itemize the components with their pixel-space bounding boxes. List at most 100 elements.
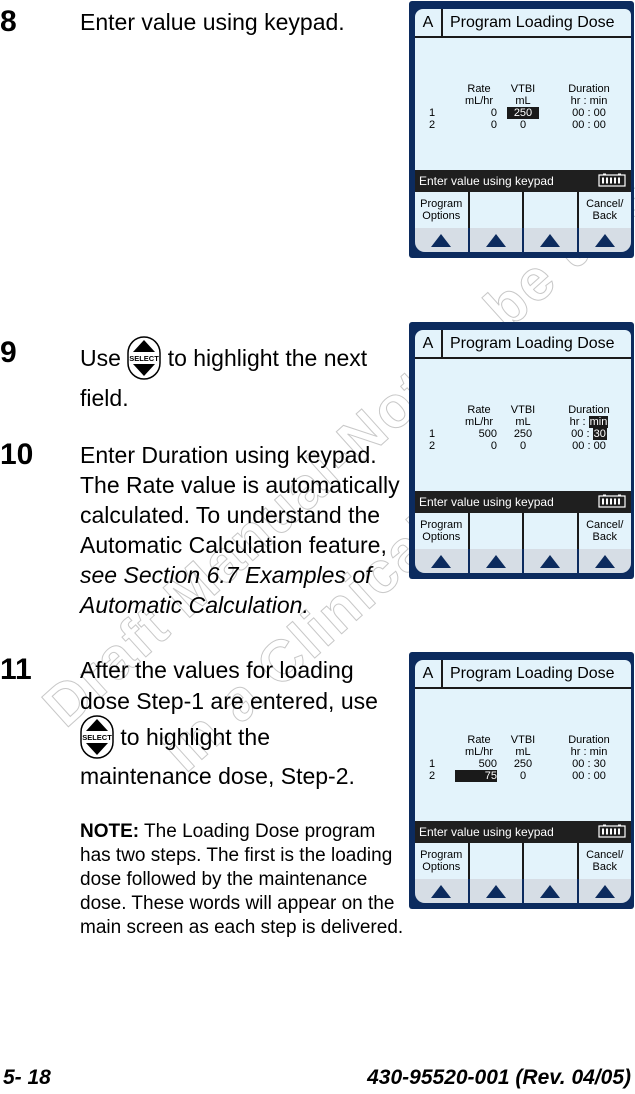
duration-unit-min: min — [589, 95, 608, 107]
softkey-blank-3[interactable] — [524, 513, 579, 549]
up-arrow-icon — [594, 233, 615, 247]
softkey-blank-2[interactable] — [470, 843, 524, 879]
battery-icon — [598, 824, 626, 838]
status-message: Enter value using keypad — [419, 174, 554, 188]
softkey-blank-3[interactable] — [524, 843, 579, 879]
rate-field[interactable]: 500 — [455, 428, 497, 440]
softkey-labels: Program Options Cancel/ Back — [415, 192, 631, 228]
softkey-cancel-back[interactable]: Cancel/ Back — [579, 513, 632, 549]
duration-unit-min: min — [589, 746, 608, 758]
vtbi-field[interactable]: 0 — [507, 770, 539, 782]
softkey-blank-3[interactable] — [524, 192, 579, 228]
step-row: 2 0 0 00 : 00 — [415, 119, 631, 131]
softkey-program-options[interactable]: Program Options — [415, 513, 470, 549]
step-index: 1 — [429, 758, 436, 770]
step-number: 11 — [0, 653, 32, 686]
pump-screen: A Program Loading Dose Rate VTBI Duratio… — [409, 322, 634, 579]
softkey-button-2[interactable] — [469, 228, 522, 252]
rate-header: Rate — [467, 404, 491, 416]
step-index: 1 — [429, 107, 436, 119]
up-arrow-icon — [431, 554, 452, 568]
duration-field[interactable]: 00 : 00 — [559, 770, 619, 782]
softkey-button-1[interactable] — [415, 879, 468, 903]
status-message: Enter value using keypad — [419, 495, 554, 509]
screen-title: Program Loading Dose — [450, 334, 615, 352]
softkey-blank-2[interactable] — [470, 513, 524, 549]
vtbi-field[interactable]: 0 — [507, 119, 539, 131]
softkey-button-2[interactable] — [469, 879, 522, 903]
softkey-button-1[interactable] — [415, 228, 468, 252]
duration-unit-sep: : — [583, 746, 587, 758]
title-bar: A Program Loading Dose — [415, 660, 631, 689]
duration-header: Duration — [568, 734, 610, 746]
vtbi-field[interactable]: 0 — [507, 440, 539, 452]
rate-field[interactable]: 75 — [455, 770, 497, 782]
step-text-after: to highlight the next field. — [80, 345, 368, 411]
step-index: 1 — [429, 428, 436, 440]
softkey-button-4[interactable] — [578, 549, 631, 573]
vtbi-unit: mL — [515, 416, 531, 428]
step-index: 2 — [429, 119, 436, 131]
screen-display: A Program Loading Dose Rate VTBI Duratio… — [415, 330, 631, 573]
rate-unit: mL/hr — [464, 95, 494, 107]
up-arrow-icon — [540, 884, 561, 898]
softkey-button-4[interactable] — [578, 879, 631, 903]
softkey-blank-2[interactable] — [470, 192, 524, 228]
header-row-1: Rate VTBI Duration — [415, 404, 631, 416]
softkey-button-3[interactable] — [524, 549, 577, 573]
softkey-program-options[interactable]: Program Options — [415, 192, 470, 228]
battery-icon — [598, 173, 626, 187]
softkey-button-3[interactable] — [524, 879, 577, 903]
status-bar: Enter value using keypad — [415, 491, 631, 513]
step-row: 2 0 0 00 : 00 — [415, 440, 631, 452]
screen-display: A Program Loading Dose Rate VTBI Duratio… — [415, 660, 631, 903]
vtbi-unit: mL — [515, 95, 531, 107]
duration-field[interactable]: 00 : 30 — [559, 428, 619, 440]
step-text-before: After the values for loading dose Step-1… — [80, 657, 378, 714]
section-reference-link[interactable]: see Section 6.7 Examples of Automatic Ca… — [80, 562, 372, 618]
program-table: Rate VTBI Duration mL/hr mL hr : min 102… — [415, 83, 631, 131]
duration-unit-hr: hr — [570, 746, 581, 758]
step-text: Enter value using keypad. — [80, 9, 345, 35]
softkey-button-4[interactable] — [578, 228, 631, 252]
duration-field[interactable]: 00 : 00 — [559, 107, 619, 119]
header-row-2: mL/hr mL hr : min — [415, 95, 631, 107]
up-arrow-icon — [431, 884, 452, 898]
softkey-button-3[interactable] — [524, 228, 577, 252]
rate-field[interactable]: 0 — [455, 440, 497, 452]
rate-field[interactable]: 0 — [455, 119, 497, 131]
title-bar: A Program Loading Dose — [415, 330, 631, 359]
up-arrow-icon — [485, 884, 506, 898]
softkey-cancel-back[interactable]: Cancel/ Back — [579, 192, 632, 228]
page-number: 5- 18 — [3, 1066, 51, 1089]
screen-title: Program Loading Dose — [450, 664, 615, 682]
rate-field[interactable]: 0 — [455, 107, 497, 119]
softkey-program-options[interactable]: Program Options — [415, 843, 470, 879]
rate-unit: mL/hr — [464, 746, 494, 758]
duration-field[interactable]: 00 : 30 — [559, 758, 619, 770]
up-arrow-icon — [594, 554, 615, 568]
channel-label: A — [415, 660, 443, 687]
status-message: Enter value using keypad — [419, 825, 554, 839]
vtbi-field[interactable]: 250 — [507, 107, 539, 119]
softkey-button-1[interactable] — [415, 549, 468, 573]
up-arrow-icon — [431, 233, 452, 247]
duration-unit-sep: : — [582, 416, 586, 428]
step-index: 2 — [429, 440, 436, 452]
svg-text:SELECT: SELECT — [82, 733, 112, 742]
step-row: 1 500 250 00 : 30 — [415, 428, 631, 440]
rate-field[interactable]: 500 — [455, 758, 497, 770]
softkey-cancel-back[interactable]: Cancel/ Back — [579, 843, 632, 879]
header-row-1: Rate VTBI Duration — [415, 83, 631, 95]
vtbi-field[interactable]: 250 — [507, 758, 539, 770]
duration-field[interactable]: 00 : 00 — [559, 440, 619, 452]
header-row-2: mL/hr mL hr : min — [415, 746, 631, 758]
duration-value: 00 : 00 — [572, 770, 606, 782]
title-bar: A Program Loading Dose — [415, 9, 631, 38]
vtbi-field[interactable]: 250 — [507, 428, 539, 440]
duration-field[interactable]: 00 : 00 — [559, 119, 619, 131]
duration-header: Duration — [568, 404, 610, 416]
rate-header: Rate — [467, 734, 491, 746]
softkey-button-2[interactable] — [469, 549, 522, 573]
duration-unit-hr: hr — [569, 416, 580, 428]
